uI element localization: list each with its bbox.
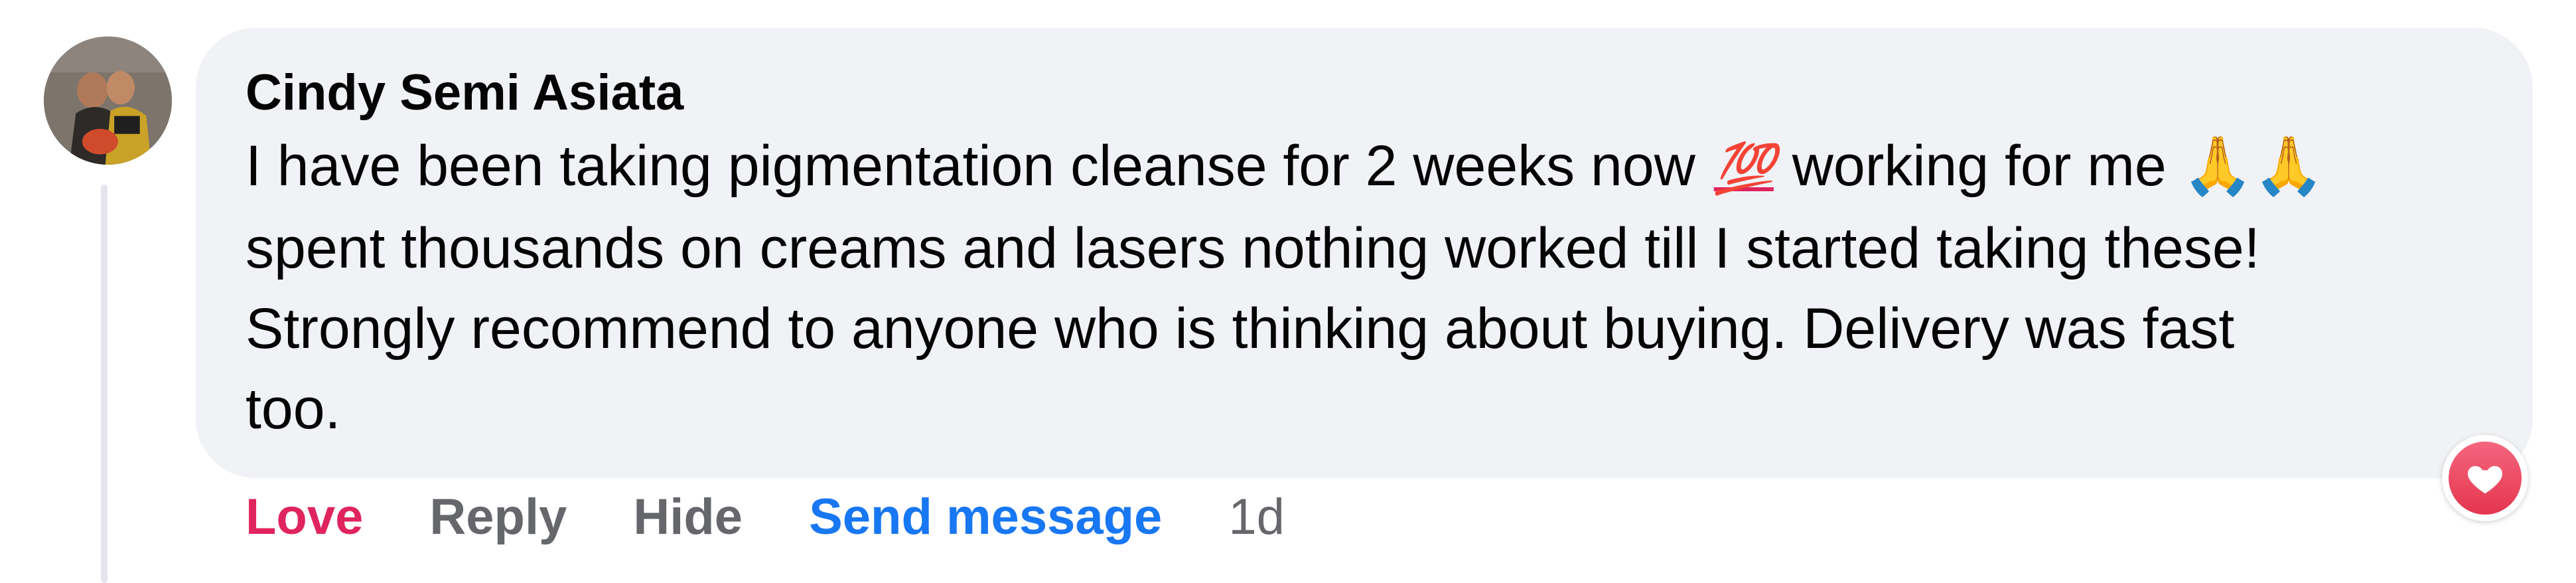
reply-button[interactable]: Reply (429, 488, 567, 546)
love-button[interactable]: Love (246, 488, 363, 546)
heart-love-icon (2449, 442, 2522, 515)
pray-emojis: 🙏🙏 (2182, 134, 2325, 198)
avatar[interactable] (44, 37, 172, 165)
comment-line-3: Strongly recommend to anyone who is thin… (246, 297, 2235, 361)
love-reaction-badge[interactable] (2442, 435, 2528, 521)
hide-button[interactable]: Hide (633, 488, 743, 546)
comment-line-2: spent thousands on creams and lasers not… (246, 216, 2260, 280)
hundred-points-icon: 💯 (1713, 141, 1775, 196)
comment-timestamp[interactable]: 1d (1228, 488, 1285, 546)
send-message-button[interactable]: Send message (809, 488, 1162, 546)
comment-line-4: too. (246, 377, 341, 441)
comment-line-1-start: I have been taking pigmentation cleanse … (246, 134, 1711, 198)
comment-author[interactable]: Cindy Semi Asiata (246, 61, 683, 125)
comment-text: I have been taking pigmentation cleanse … (246, 126, 2502, 450)
comment-line-1-end: working for me (1776, 134, 2182, 198)
comment-actions: Love Reply Hide Send message 1d (246, 483, 1285, 550)
thread-line (101, 185, 107, 583)
avatar-photo (44, 37, 172, 165)
comment-line-1: I have been taking pigmentation cleanse … (246, 126, 2502, 208)
